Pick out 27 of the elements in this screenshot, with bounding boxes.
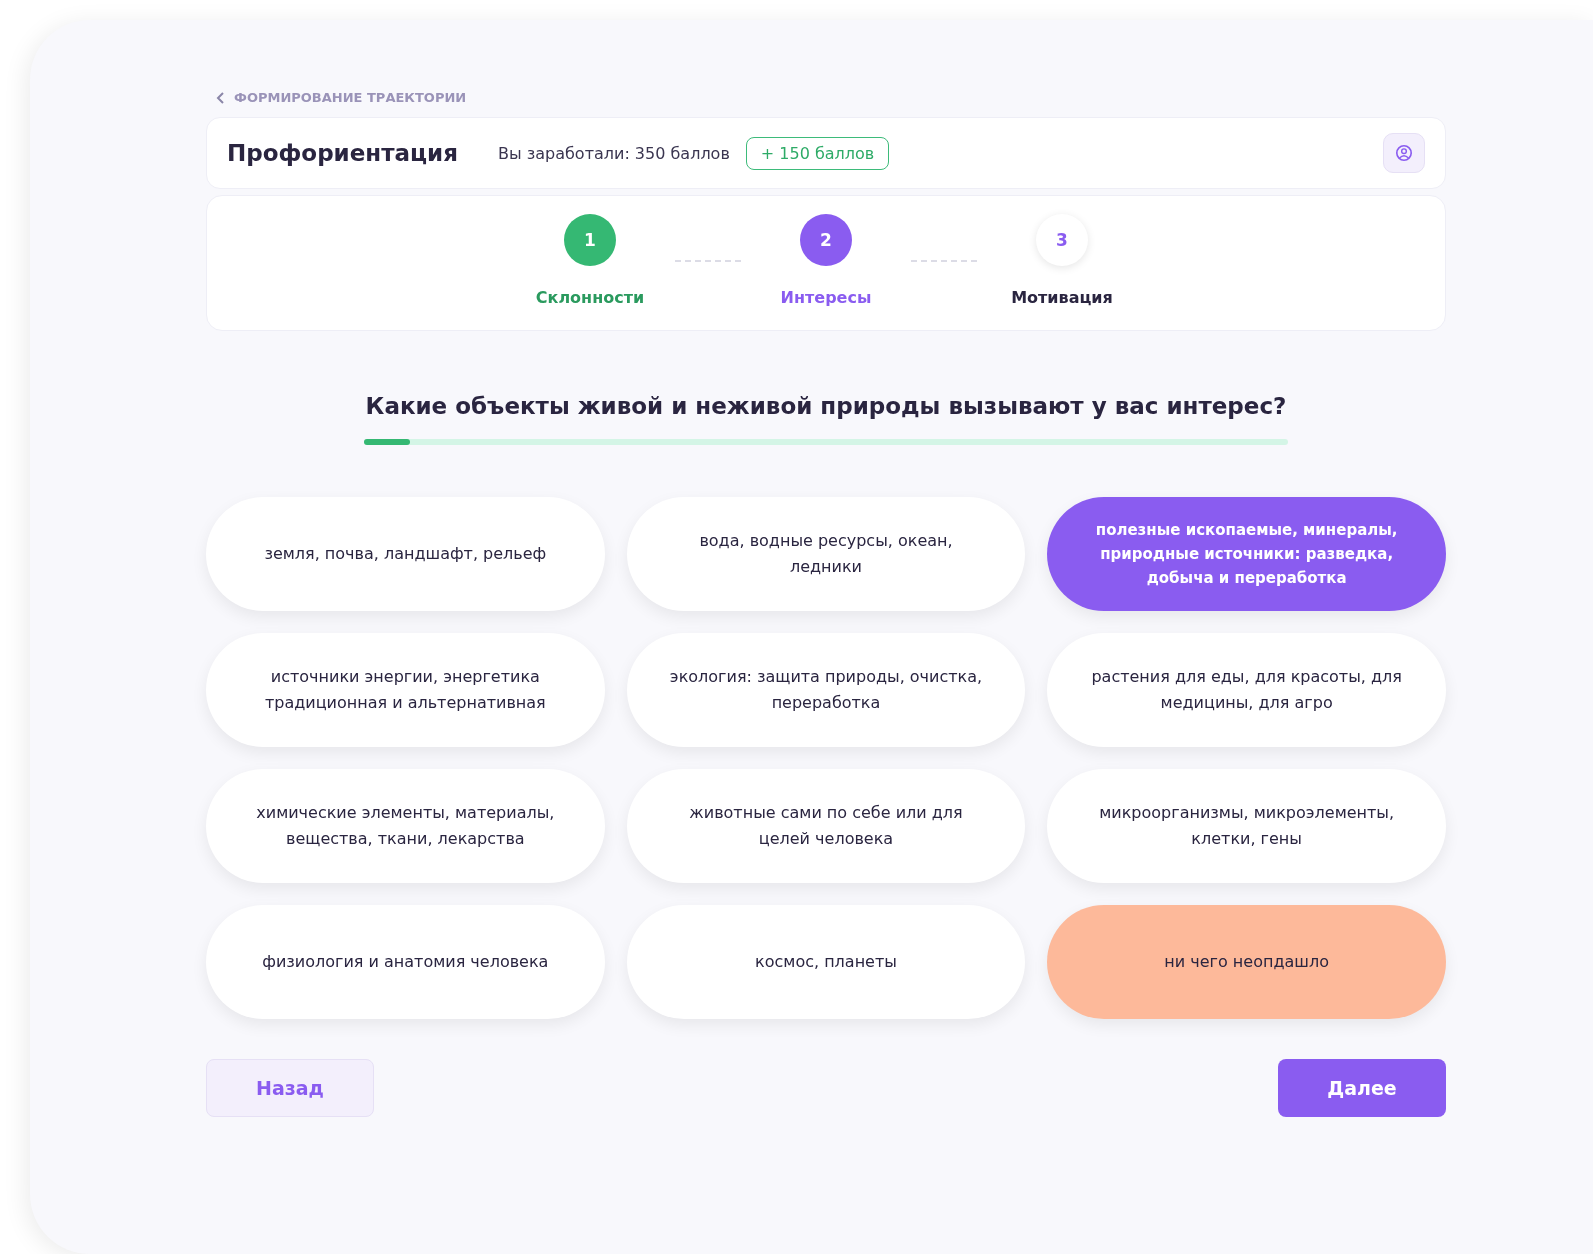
step-number: 3	[1036, 214, 1088, 266]
answer-option[interactable]: растения для еды, для красоты, для медицины, для агро	[1047, 633, 1446, 747]
step-label: Мотивация	[1011, 288, 1113, 307]
chevron-left-icon	[216, 91, 226, 104]
step-number: 1	[564, 214, 616, 266]
step-label: Склонности	[535, 288, 645, 307]
back-button[interactable]: Назад	[206, 1059, 374, 1117]
answer-option[interactable]: вода, водные ресурсы, океан, ледники	[626, 497, 1026, 611]
answer-option[interactable]: животные сами по себе или для целей человека	[626, 769, 1026, 883]
answer-option[interactable]: источники энергии, энергетика традиционная и альтернативная	[206, 633, 605, 747]
step-label: Интересы	[780, 288, 872, 307]
answer-option[interactable]: экология: защита природы, очистка, переработка	[626, 633, 1026, 747]
answer-option[interactable]: физиология и анатомия человека	[206, 905, 605, 1019]
bonus-points-badge: + 150 баллов	[745, 136, 890, 170]
next-button[interactable]: Далее	[1278, 1059, 1446, 1117]
question-text: Какие объекты живой и неживой природы вызывают у вас интерес?	[364, 393, 1288, 419]
points-earned: Вы заработали: 350 баллов	[498, 143, 730, 163]
user-circle-icon	[1395, 144, 1413, 162]
answer-option[interactable]: полезные ископаемые, минералы, природные источники: разведка, добыча и переработка	[1047, 497, 1446, 611]
answer-option[interactable]: земля, почва, ландшафт, рельеф	[206, 497, 605, 611]
answer-option[interactable]: ни чего неопдашло	[1047, 905, 1446, 1019]
answer-option[interactable]: химические элементы, материалы, вещества, ткани, лекарства	[206, 769, 605, 883]
answer-option[interactable]: микроорганизмы, микроэлементы, клетки, гены	[1047, 769, 1446, 883]
profile-button[interactable]	[1383, 133, 1425, 173]
step-number: 2	[800, 214, 852, 266]
page-title: Профориентация	[227, 140, 458, 166]
answer-option[interactable]: космос, планеты	[626, 905, 1026, 1019]
